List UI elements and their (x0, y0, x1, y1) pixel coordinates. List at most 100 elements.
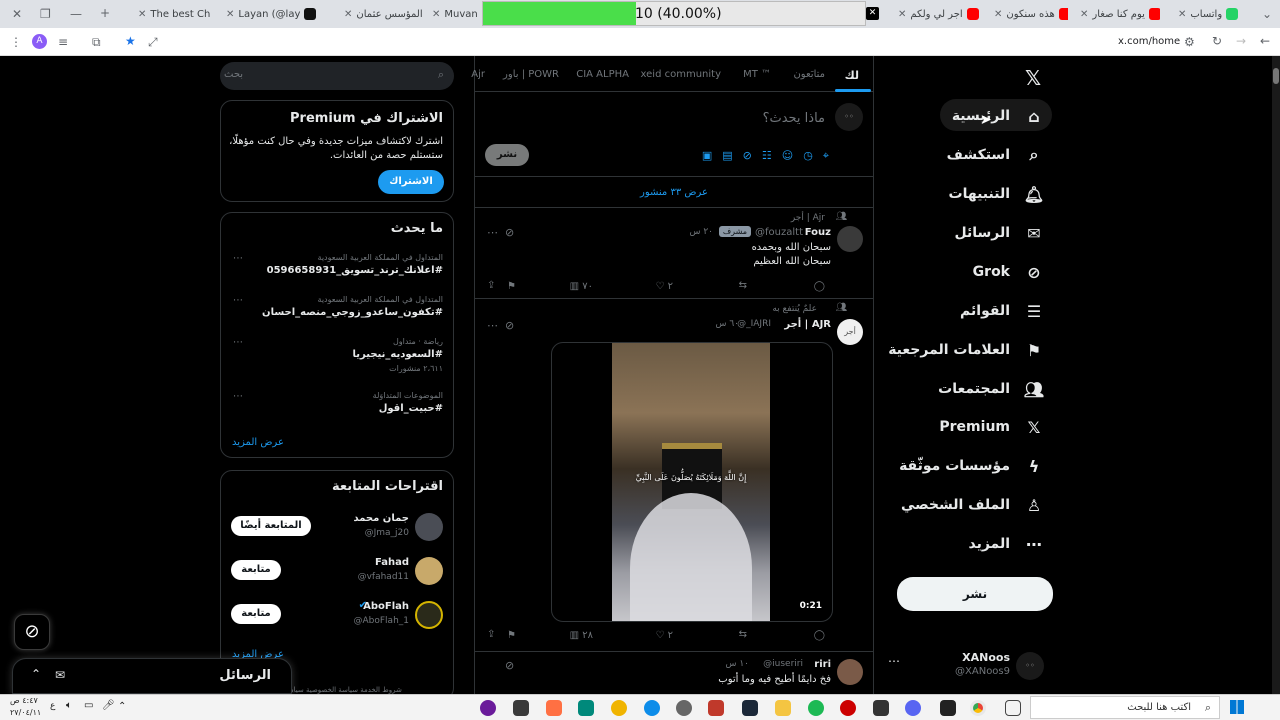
nav-item-explore[interactable]: ⌕ استكشف (947, 140, 1044, 170)
nav-item-more[interactable]: ⋯ المزيد (969, 529, 1045, 559)
emoji-icon[interactable]: ☺ (782, 149, 793, 163)
microphone-icon[interactable]: 🎤︎ (102, 700, 115, 711)
app-icon[interactable] (873, 700, 889, 716)
file-explorer-icon[interactable] (775, 700, 791, 716)
app-icon[interactable] (611, 700, 627, 716)
post-more-icon[interactable]: ⋯ (487, 226, 498, 239)
clock-time[interactable]: ٤:٤٧ ص (10, 696, 38, 705)
network-icon[interactable]: ▭ (84, 700, 93, 711)
page-scrollbar[interactable] (1272, 56, 1280, 694)
post-avatar[interactable] (837, 226, 863, 252)
reload-icon[interactable]: ↻ (1212, 34, 1222, 48)
nav-item-notifications[interactable]: 🔔︎ التنبيهات (949, 179, 1044, 209)
subscribe-button[interactable]: الاشتراك (378, 170, 444, 194)
clock-date[interactable]: ٢٧/٠٤/١١ (10, 708, 41, 717)
menu-dots-icon[interactable]: ⋮ (10, 35, 22, 49)
post-card[interactable]: Ajr | أجر 👥︎ Fouz @fouzaltt مشرف ٢٠ س سب… (475, 209, 873, 299)
taskbar-search-input[interactable]: اكتب هنا للبحث (1127, 702, 1191, 713)
nav-item-communities[interactable]: 👥︎ المجتمعات (938, 374, 1044, 404)
profile-avatar[interactable]: A (32, 34, 47, 49)
post-avatar[interactable]: أجر (837, 319, 863, 345)
back-icon[interactable]: ← (1260, 34, 1270, 48)
spotify-icon[interactable] (808, 700, 824, 716)
nav-item-bookmarks[interactable]: ⚑ العلامات المرجعية (888, 335, 1044, 365)
reading-list-icon[interactable]: ≡ (58, 35, 68, 49)
search-box[interactable]: ⌕ بحث (220, 62, 454, 90)
chrome-icon[interactable] (970, 700, 986, 716)
trend-item[interactable]: المتداول في المملكة العربية السعودية #اع… (221, 253, 453, 287)
screenshot-icon[interactable]: ⤢ (148, 35, 158, 49)
close-tab-icon[interactable]: ✕ (226, 9, 234, 20)
site-settings-icon[interactable]: ⚙ (1184, 35, 1195, 49)
tab-powr[interactable]: باور | POWR (503, 69, 559, 80)
extensions-icon[interactable]: ⧉ (92, 35, 101, 49)
user-avatar[interactable] (415, 557, 443, 585)
post-avatar[interactable] (837, 659, 863, 685)
trend-more-icon[interactable]: ⋯ (233, 337, 243, 348)
compose-post-button[interactable]: نشر (485, 144, 529, 166)
volume-icon[interactable]: 🔈︎ (66, 700, 72, 711)
post-card[interactable]: علمٌ يُنتفع به 👥︎ أجر AJR | أجر @_IAJRI … (475, 300, 873, 652)
url-field[interactable]: x.com/home (1118, 36, 1180, 47)
epic-icon[interactable] (940, 700, 956, 716)
browser-tab[interactable]: ✕ هذه سنكون (988, 4, 1068, 24)
bookmark-star-icon[interactable]: ★ (125, 34, 136, 48)
schedule-icon[interactable]: ◷ (803, 149, 813, 163)
grok-post-icon[interactable]: ⊘ (505, 659, 514, 672)
repost-icon[interactable]: ⇆ (739, 629, 747, 640)
app-icon[interactable] (480, 700, 496, 716)
nav-item-home[interactable]: ⌂ الرئيسية (952, 101, 1044, 131)
nav-item-grok[interactable]: ⊘ Grok (973, 257, 1044, 287)
close-tab-icon[interactable]: ✕ (994, 9, 1002, 20)
image-icon[interactable]: ▣ (702, 149, 712, 163)
browser-tab[interactable]: ✕ Muvan Sl (426, 4, 480, 24)
post-button[interactable]: نشر (897, 577, 1053, 611)
post-author-handle[interactable]: @_IAJRI (737, 319, 771, 329)
show-new-posts[interactable]: عرض ٣٣ منشور (475, 178, 873, 208)
grok-post-icon[interactable]: ⊘ (505, 319, 514, 332)
new-message-icon[interactable]: ✉ (55, 668, 65, 682)
browser-tab[interactable]: ✕ Layan (@lay (220, 4, 330, 24)
trend-item[interactable]: المتداول في المملكة العربية السعودية #تك… (221, 295, 453, 329)
voicemeeter-icon[interactable] (708, 700, 724, 716)
poll-icon[interactable]: ☷ (762, 149, 772, 163)
views-count[interactable]: ▥ ٢٨ (570, 630, 593, 641)
post-author-name[interactable]: riri (814, 659, 831, 670)
tab-xeid[interactable]: xeid community (641, 69, 721, 80)
close-tab-icon[interactable]: ✕ (1178, 9, 1186, 20)
location-icon[interactable]: ⌖ (823, 149, 829, 163)
repost-icon[interactable]: ⇆ (739, 280, 747, 291)
language-indicator[interactable]: ع (50, 701, 55, 711)
bookmark-icon[interactable]: ⚑ (507, 281, 516, 292)
record-icon[interactable] (840, 700, 856, 716)
post-author-handle[interactable]: @fouzaltt (755, 227, 803, 238)
trend-more-icon[interactable]: ⋯ (233, 253, 243, 264)
views-count[interactable]: ▥ ٧٠ (570, 281, 593, 292)
tab-ajr[interactable]: Ajr (471, 69, 485, 80)
tab-mt[interactable]: MT ™ (743, 69, 771, 80)
trend-item[interactable]: الموضوعات المتداوَلة #حبيت_اقول ⋯ (221, 391, 453, 425)
follow-button[interactable]: متابعة (231, 604, 281, 624)
minimize-window-icon[interactable]: — (70, 7, 82, 21)
nav-item-messages[interactable]: ✉ الرسائل (954, 218, 1044, 248)
forward-icon[interactable]: → (1236, 34, 1246, 48)
like-count[interactable]: ♡ ٢ (655, 630, 673, 641)
follow-back-button[interactable]: المتابعة أيضًا (231, 516, 311, 536)
close-tab-icon[interactable]: ✕ (138, 9, 146, 20)
new-tab-icon[interactable]: + (100, 6, 110, 20)
edge-icon[interactable] (644, 700, 660, 716)
reply-icon[interactable]: ◯ (814, 630, 825, 641)
task-view-icon[interactable] (1005, 700, 1021, 716)
close-tab-icon[interactable]: ✕ (432, 9, 440, 20)
close-tab-icon[interactable]: ✕ (344, 9, 352, 20)
post-author-name[interactable]: Fouz (805, 227, 831, 238)
browser-tab[interactable]: ✕ The best Ch (132, 4, 214, 24)
nav-item-premium[interactable]: 𝕏 Premium (939, 412, 1044, 442)
x-logo-icon[interactable]: 𝕏 (1025, 66, 1041, 90)
close-tab-icon[interactable]: ✕ (898, 9, 906, 20)
app-icon[interactable] (513, 700, 529, 716)
account-switcher[interactable]: ◦◦ XANoos @XANoos9 ⋯ (888, 650, 1048, 684)
trend-item[interactable]: رياضة · متداول #السعوديه_نيجيريا ٢،٦١١ م… (221, 337, 453, 381)
user-name[interactable]: Fahad (375, 557, 409, 568)
footer-links[interactable]: شروط الخدمة سياسة الخصوصية سياسة (284, 686, 402, 694)
